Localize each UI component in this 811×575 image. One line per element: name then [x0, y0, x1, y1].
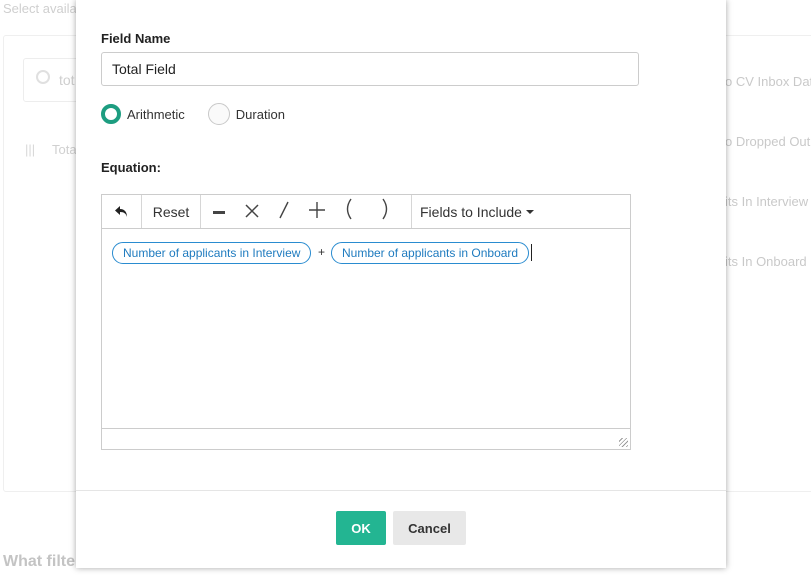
equation-field-chip[interactable]: Number of applicants in Interview: [112, 242, 312, 264]
fields-to-include-dropdown[interactable]: Fields to Include: [411, 195, 542, 228]
minus-icon: [213, 210, 225, 214]
field-type-radio-group: Arithmetic Duration: [101, 103, 308, 125]
field-name-input[interactable]: [101, 52, 639, 86]
plus-icon: [309, 201, 325, 218]
undo-button[interactable]: [102, 195, 142, 228]
multiply-icon: [245, 203, 259, 218]
equation-toolbar: Reset Fields to Include: [102, 195, 630, 229]
radio-arithmetic[interactable]: Arithmetic: [101, 104, 185, 124]
minus-button[interactable]: [203, 199, 235, 225]
caret-down-icon: [525, 209, 534, 214]
equation-label: Equation:: [101, 160, 161, 175]
background-right-item: its In Interview: [725, 194, 809, 209]
radio-unselected-icon: [207, 103, 230, 125]
radio-selected-icon: [101, 104, 121, 124]
undo-arrow-icon: [114, 205, 127, 217]
divide-icon: [279, 201, 289, 218]
background-right-item: o Dropped Out: [725, 134, 811, 149]
close-paren-button[interactable]: [361, 198, 411, 226]
background-right-item: o CV Inbox Date: [725, 74, 811, 89]
radio-arithmetic-label: Arithmetic: [127, 106, 185, 122]
equation-field-chip[interactable]: Number of applicants in Onboard: [331, 242, 530, 264]
plus-button[interactable]: [299, 199, 335, 225]
operator-buttons: [201, 195, 411, 228]
equation-operator: +: [318, 245, 326, 259]
search-icon: [36, 70, 50, 84]
background-list-item: Tota: [52, 142, 77, 157]
background-heading: What filte: [3, 553, 75, 570]
equation-input-area[interactable]: Number of applicants in Interview + Numb…: [102, 229, 630, 428]
resize-handle-icon[interactable]: [619, 438, 628, 447]
modal-footer-divider: [76, 490, 726, 491]
close-paren-icon: [382, 198, 388, 219]
background-right-item: its In Onboard: [725, 254, 807, 269]
custom-field-modal: Field Name Arithmetic Duration Equation:…: [76, 0, 726, 568]
editor-status-bar: [102, 428, 630, 449]
open-paren-icon: [346, 198, 352, 219]
text-cursor: [531, 244, 532, 261]
radio-duration[interactable]: Duration: [207, 103, 285, 125]
fields-to-include-label: Fields to Include: [420, 203, 522, 220]
open-paren-button[interactable]: [335, 198, 361, 226]
background-search-value: tot: [59, 72, 75, 88]
background-hint-text: Select availa: [3, 1, 77, 16]
multiply-button[interactable]: [235, 199, 269, 225]
divide-button[interactable]: [269, 199, 299, 225]
cancel-button[interactable]: Cancel: [393, 511, 466, 545]
ok-button[interactable]: OK: [336, 511, 386, 545]
column-icon: |||: [25, 142, 36, 157]
radio-duration-label: Duration: [235, 106, 285, 122]
equation-editor: Reset Fields to Include Number of applic…: [101, 194, 631, 450]
field-name-label: Field Name: [101, 31, 171, 46]
reset-button[interactable]: Reset: [142, 195, 201, 228]
